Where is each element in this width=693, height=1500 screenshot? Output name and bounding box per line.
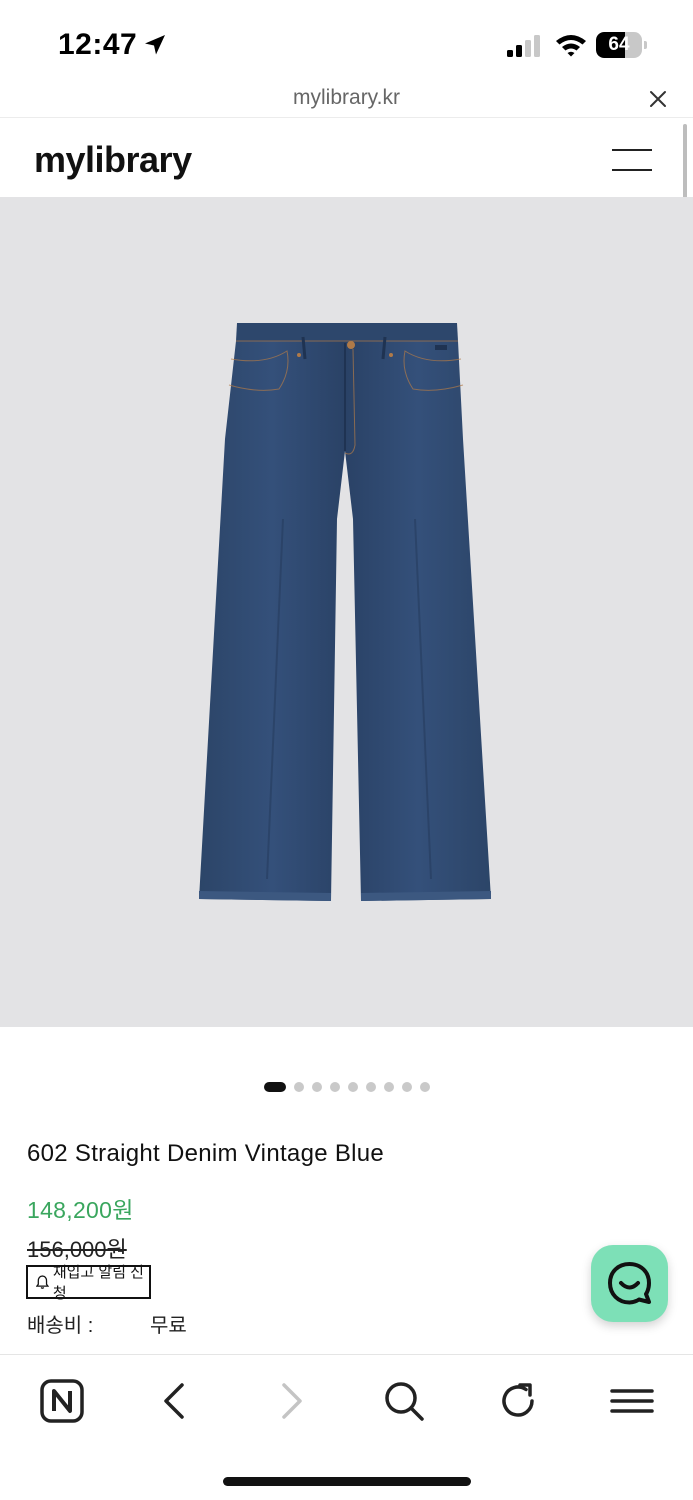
restock-alert-label: 재입고 알림 신청 — [52, 1264, 144, 1302]
battery-body: 64 — [596, 32, 642, 58]
battery-icon: 64 — [596, 32, 648, 58]
carousel-dot[interactable] — [402, 1082, 412, 1092]
carousel-dot[interactable] — [312, 1082, 322, 1092]
site-logo[interactable]: mylibrary — [34, 139, 192, 181]
menu-line — [612, 169, 652, 171]
browser-toolbar — [0, 1354, 693, 1500]
back-arrow-icon[interactable] — [154, 1379, 198, 1423]
carousel-dot[interactable] — [348, 1082, 358, 1092]
product-name: 602 Straight Denim Vintage Blue — [27, 1140, 385, 1167]
close-icon[interactable] — [647, 88, 669, 110]
forward-arrow-icon — [268, 1379, 312, 1423]
status-bar: 12:47 64 — [0, 0, 693, 82]
shipping-label: 배송비 : — [27, 1315, 94, 1337]
naver-home-icon[interactable] — [40, 1379, 84, 1423]
carousel-dot[interactable] — [366, 1082, 376, 1092]
menu-icon[interactable] — [610, 1379, 654, 1423]
carousel-dot[interactable] — [384, 1082, 394, 1092]
wifi-icon — [556, 35, 586, 57]
cellular-signal-icon — [507, 35, 540, 57]
status-time: 12:47 — [58, 28, 138, 61]
location-arrow-icon — [145, 35, 165, 55]
battery-cap — [644, 41, 647, 49]
carousel-dot-active[interactable] — [264, 1082, 286, 1092]
url-bar[interactable]: mylibrary.kr — [0, 82, 693, 118]
refresh-icon[interactable] — [496, 1379, 540, 1423]
menu-line — [612, 149, 652, 151]
battery-level: 64 — [608, 34, 630, 55]
sale-price: 148,200원 — [27, 1197, 134, 1223]
carousel-dot[interactable] — [420, 1082, 430, 1092]
search-icon[interactable] — [382, 1379, 426, 1423]
restock-alert-button[interactable]: 재입고 알림 신청 — [26, 1264, 151, 1302]
chat-button[interactable] — [591, 1245, 668, 1322]
carousel-dot[interactable] — [294, 1082, 304, 1092]
carousel-dot[interactable] — [330, 1082, 340, 1092]
bell-icon — [36, 1275, 49, 1289]
original-price: 156,000원 — [27, 1237, 127, 1262]
carousel-pagination[interactable] — [264, 1081, 438, 1093]
shipping-value: 무료 — [150, 1315, 187, 1337]
product-jeans-image — [199, 323, 491, 901]
hamburger-menu-icon[interactable] — [610, 145, 654, 175]
site-header: mylibrary — [0, 119, 682, 197]
chat-bubble-smile-icon — [608, 1262, 651, 1305]
home-indicator[interactable] — [223, 1477, 471, 1486]
url-text[interactable]: mylibrary.kr — [0, 86, 693, 110]
product-image-carousel[interactable] — [0, 197, 693, 1027]
